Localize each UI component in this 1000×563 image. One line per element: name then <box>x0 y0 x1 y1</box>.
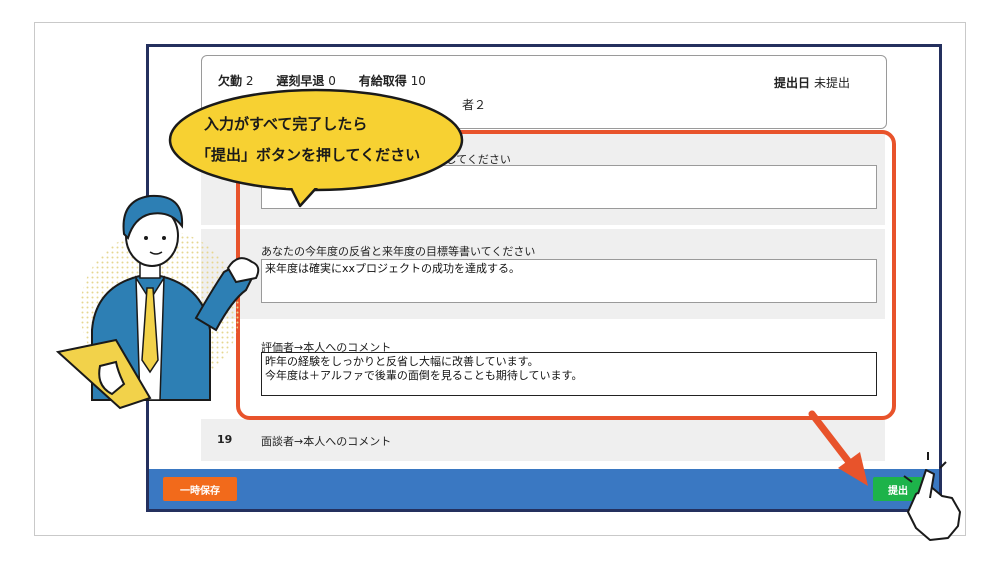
canvas: 欠勤 2 遅刻早退 0 有給取得 10 者２ 提出日未提出 ば書いてください ※… <box>0 0 1000 563</box>
callout-line-2: 「提出」ボタンを押してください <box>196 146 421 164</box>
hand-cursor-icon <box>903 452 961 541</box>
illustration-layer <box>55 88 961 541</box>
callout-line-1: 入力がすべて完了したら <box>204 115 368 133</box>
pointer-arrow-icon <box>808 410 868 486</box>
